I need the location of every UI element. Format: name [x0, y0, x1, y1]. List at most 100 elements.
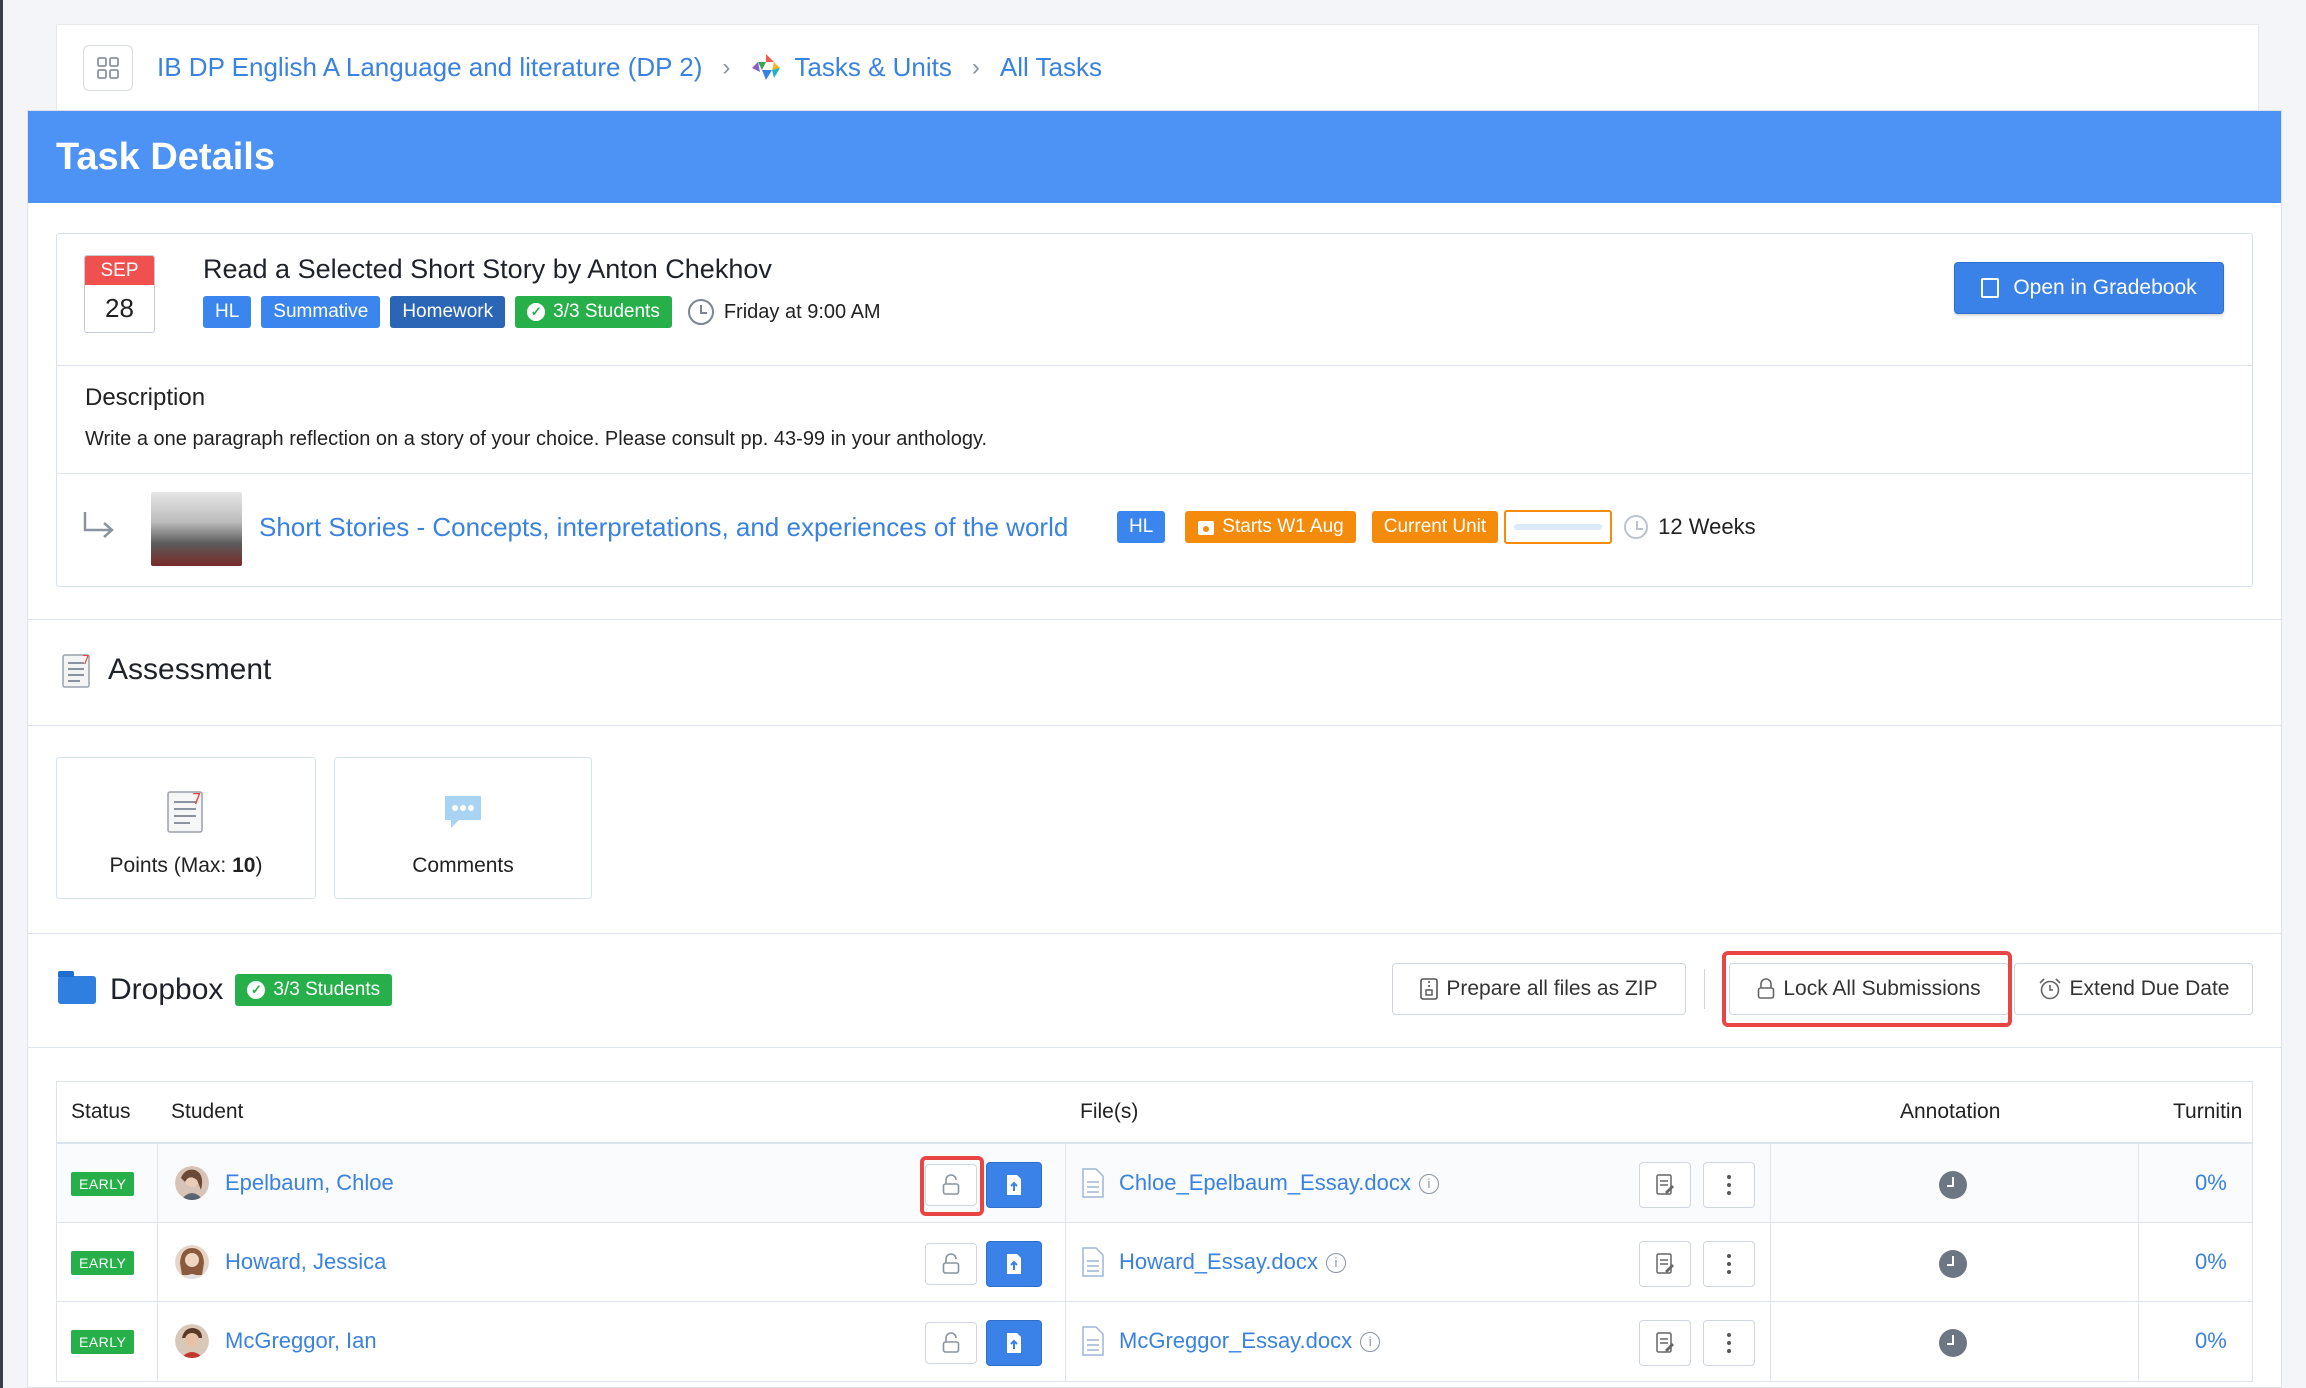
- return-arrow-icon: [83, 512, 114, 538]
- file-link[interactable]: Howard_Essay.docx i: [1119, 1249, 1346, 1275]
- col-files: File(s): [1080, 1100, 1139, 1123]
- points-max: 10: [232, 854, 256, 877]
- calendar-icon: [1198, 521, 1215, 535]
- col-status: Status: [71, 1100, 131, 1123]
- task-card: SEP 28 Read a Selected Short Story by An…: [56, 233, 2253, 587]
- annotation-clock-icon[interactable]: [1939, 1171, 1967, 1199]
- notes-icon: [1656, 1174, 1674, 1195]
- student-avatar: [175, 1166, 209, 1200]
- student-name-link[interactable]: Howard, Jessica: [225, 1249, 386, 1275]
- panel-header: Task Details: [28, 111, 2281, 203]
- file-name: Chloe_Epelbaum_Essay.docx: [1119, 1170, 1411, 1195]
- comments-label: Comments: [412, 854, 514, 877]
- student-name-link[interactable]: Epelbaum, Chloe: [225, 1170, 394, 1196]
- tag-level: HL: [203, 296, 252, 328]
- student-avatar: [175, 1324, 209, 1358]
- notes-button[interactable]: [1639, 1241, 1691, 1287]
- info-icon[interactable]: i: [1418, 1174, 1439, 1195]
- grid-icon: [97, 56, 119, 79]
- cell-divider: [157, 1302, 158, 1381]
- divider: [28, 933, 2281, 934]
- description-section: Description Write a one paragraph reflec…: [57, 366, 2252, 474]
- cell-divider: [2138, 1223, 2139, 1301]
- check-icon: ✓: [247, 981, 266, 999]
- table-row: EARLY McGreggor, Ian McGreggor_Essay.doc…: [57, 1302, 2252, 1381]
- breadcrumb-separator-icon: ›: [971, 53, 980, 81]
- task-title: Read a Selected Short Story by Anton Che…: [203, 254, 772, 284]
- status-badge: EARLY: [71, 1330, 135, 1354]
- student-name-link[interactable]: McGreggor, Ian: [225, 1328, 377, 1354]
- tasks-units-logo-icon: [752, 53, 781, 80]
- upload-button[interactable]: [986, 1162, 1042, 1208]
- info-icon[interactable]: i: [1360, 1332, 1381, 1353]
- turnitin-score[interactable]: 0%: [2195, 1328, 2227, 1354]
- comments-card[interactable]: Comments: [334, 757, 592, 899]
- points-card[interactable]: 7 Points (Max: 10): [56, 757, 316, 899]
- cell-divider: [157, 1223, 158, 1301]
- prepare-zip-button[interactable]: Prepare all files as ZIP: [1392, 963, 1686, 1015]
- cell-divider: [1770, 1223, 1771, 1301]
- cell-divider: [2138, 1302, 2139, 1381]
- unit-starts-text: Starts W1 Aug: [1222, 516, 1344, 537]
- more-options-button[interactable]: [1703, 1241, 1755, 1287]
- breadcrumb-separator-icon: ›: [722, 53, 731, 81]
- breadcrumb-course[interactable]: IB DP English A Language and literature …: [157, 52, 702, 83]
- students-badge: ✓ 3/3 Students: [515, 296, 672, 328]
- gradebook-icon: [1981, 278, 2000, 298]
- unit-level-tag: HL: [1117, 511, 1166, 543]
- extend-due-date-button[interactable]: Extend Due Date: [2014, 963, 2253, 1015]
- breadcrumb: IB DP English A Language and literature …: [157, 52, 1102, 84]
- extend-due-date-label: Extend Due Date: [2069, 977, 2230, 1000]
- cell-divider: [1065, 1223, 1066, 1301]
- annotation-clock-icon[interactable]: [1939, 1329, 1967, 1357]
- info-icon[interactable]: i: [1325, 1253, 1346, 1274]
- turnitin-score[interactable]: 0%: [2195, 1249, 2227, 1275]
- cell-divider: [1770, 1302, 1771, 1381]
- document-icon: [1082, 1326, 1104, 1356]
- status-badge: EARLY: [71, 1172, 135, 1196]
- gradebook-button-label: Open in Gradebook: [2013, 276, 2197, 299]
- file-upload-icon: [1007, 1254, 1021, 1274]
- points-label-close: ): [255, 854, 263, 877]
- zip-file-icon: [1420, 978, 1439, 1000]
- notes-button[interactable]: [1639, 1162, 1691, 1208]
- upload-button[interactable]: [986, 1241, 1042, 1287]
- more-vertical-icon: [1727, 1173, 1731, 1197]
- breadcrumb-page[interactable]: All Tasks: [1000, 52, 1102, 83]
- unit-link[interactable]: Short Stories - Concepts, interpretation…: [259, 512, 1068, 543]
- lock-submission-button[interactable]: [925, 1243, 977, 1285]
- due-time: Friday at 9:00 AM: [687, 299, 881, 325]
- file-link[interactable]: McGreggor_Essay.docx i: [1119, 1328, 1381, 1354]
- tag-type: Summative: [261, 296, 381, 328]
- divider: [28, 725, 2281, 726]
- more-options-button[interactable]: [1703, 1320, 1755, 1366]
- cell-divider: [1065, 1302, 1066, 1381]
- lock-submission-button[interactable]: [925, 1322, 977, 1364]
- table-row: EARLY Epelbaum, Chloe Chloe_Epelbaum_Ess…: [57, 1144, 2252, 1223]
- current-unit-tag: Current Unit: [1371, 511, 1499, 543]
- students-badge-text: 3/3 Students: [553, 301, 660, 322]
- open-in-gradebook-button[interactable]: Open in Gradebook: [1954, 262, 2224, 314]
- due-date-badge: SEP 28: [84, 255, 155, 333]
- notes-button[interactable]: [1639, 1320, 1691, 1366]
- document-icon: [1082, 1247, 1104, 1277]
- tag-category: Homework: [390, 296, 506, 328]
- folder-icon: [58, 971, 96, 1004]
- status-badge: EARLY: [71, 1251, 135, 1275]
- file-name: Howard_Essay.docx: [1119, 1249, 1318, 1274]
- unit-tags: HL Starts W1 Aug Current Unit 12 Weeks: [1117, 510, 1756, 544]
- file-link[interactable]: Chloe_Epelbaum_Essay.docx i: [1119, 1170, 1439, 1196]
- turnitin-score[interactable]: 0%: [2195, 1170, 2227, 1196]
- upload-button[interactable]: [986, 1320, 1042, 1366]
- more-options-button[interactable]: [1703, 1162, 1755, 1208]
- page-title: Task Details: [56, 135, 275, 178]
- document-icon: [1082, 1168, 1104, 1198]
- unit-thumbnail: [151, 492, 242, 566]
- alarm-clock-icon: [2038, 978, 2061, 1000]
- breadcrumb-section[interactable]: Tasks & Units: [794, 52, 952, 83]
- cell-divider: [1065, 1144, 1066, 1222]
- annotation-clock-icon[interactable]: [1939, 1250, 1967, 1278]
- apps-grid-button[interactable]: [83, 44, 133, 91]
- dropbox-students-badge: ✓ 3/3 Students: [235, 974, 393, 1006]
- table-row: EARLY Howard, Jessica Howard_Essay.docx …: [57, 1223, 2252, 1302]
